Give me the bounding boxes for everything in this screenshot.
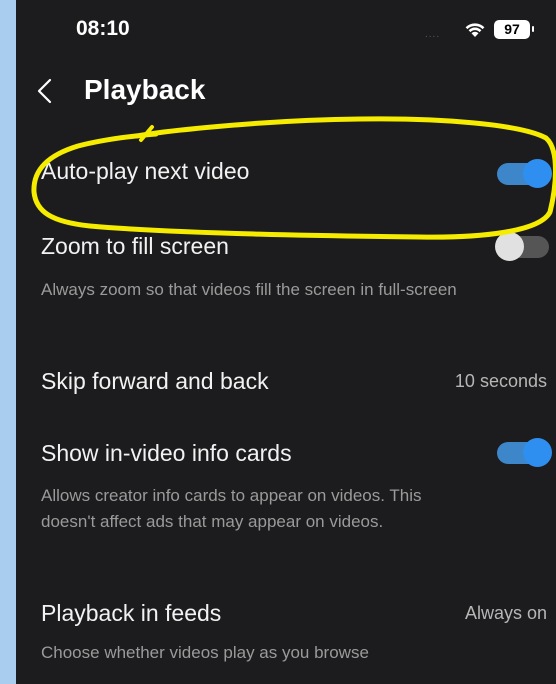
page-title: Playback xyxy=(84,74,206,105)
autoplay-toggle[interactable] xyxy=(497,159,552,188)
chevron-left-icon[interactable] xyxy=(36,78,52,104)
setting-feeds-value[interactable]: Always on xyxy=(465,603,547,624)
wifi-icon xyxy=(465,23,485,37)
setting-zoom-label[interactable]: Zoom to fill screen xyxy=(41,233,229,260)
setting-zoom-description: Always zoom so that videos fill the scre… xyxy=(41,280,457,299)
battery-level: 97 xyxy=(494,20,530,39)
setting-feeds-description: Choose whether videos play as you browse xyxy=(41,643,369,662)
setting-skip-value[interactable]: 10 seconds xyxy=(455,371,547,392)
status-time: 08:10 xyxy=(76,17,130,40)
toggle-knob xyxy=(495,232,524,261)
zoom-toggle[interactable] xyxy=(495,232,549,261)
battery-nub xyxy=(532,26,534,32)
setting-info-cards-label[interactable]: Show in-video info cards xyxy=(41,440,292,467)
status-bar: 08:10 .... 97 xyxy=(16,0,556,60)
setting-skip-label[interactable]: Skip forward and back xyxy=(41,368,269,395)
phone-screen: 08:10 .... 97 Playback Auto-play next vi… xyxy=(16,0,556,684)
toggle-knob xyxy=(523,159,552,188)
setting-autoplay-label[interactable]: Auto-play next video xyxy=(41,158,249,185)
signal-dots: .... xyxy=(425,29,441,40)
toggle-knob xyxy=(523,438,552,467)
info-cards-toggle[interactable] xyxy=(497,438,552,467)
setting-info-cards-description: Allows creator info cards to appear on v… xyxy=(41,486,422,531)
setting-feeds-label[interactable]: Playback in feeds xyxy=(41,600,221,627)
